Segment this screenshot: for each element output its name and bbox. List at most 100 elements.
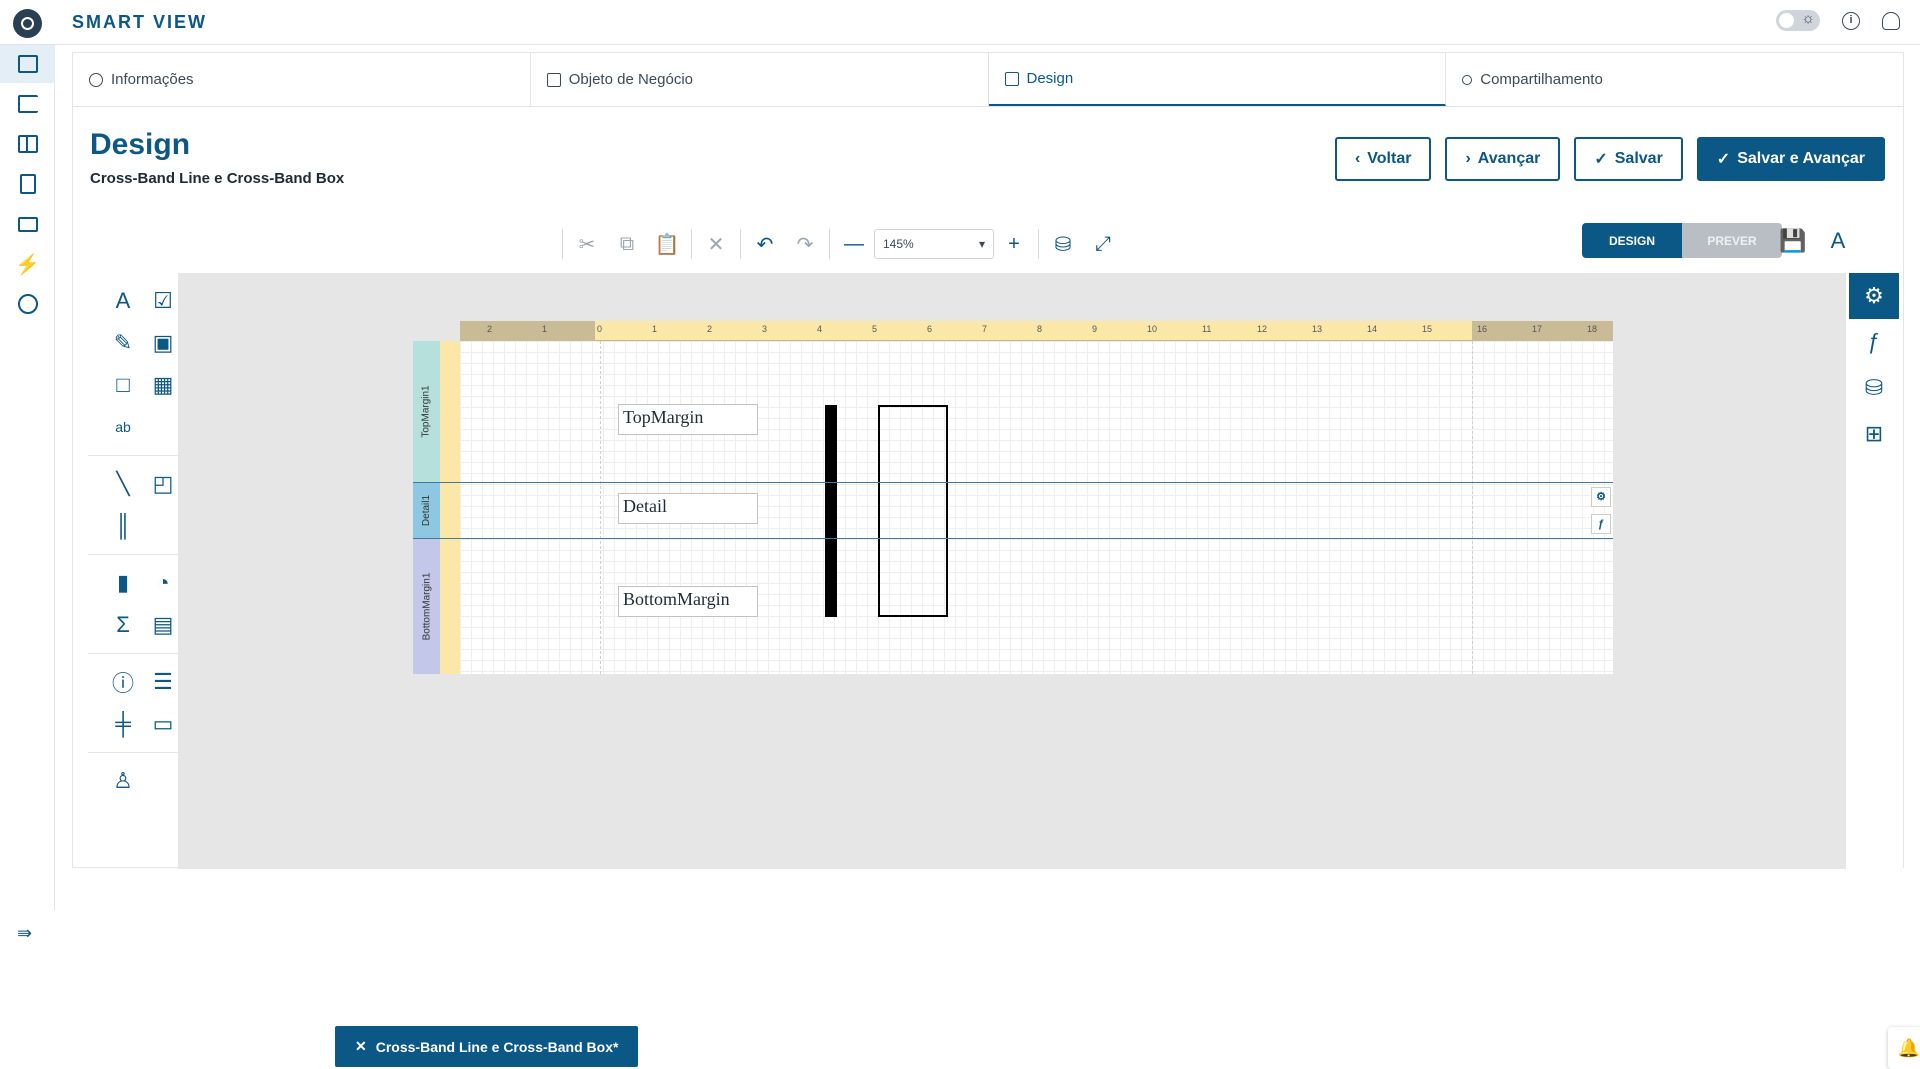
cross-band-line[interactable]	[825, 405, 837, 617]
checkbox-tool-icon[interactable]: ☑	[143, 281, 183, 321]
report-explorer-icon[interactable]: ⊞	[1849, 411, 1899, 457]
ruler-number: 3	[762, 324, 768, 334]
picture-tool-icon[interactable]: ▣	[143, 323, 183, 363]
save-and-next-button[interactable]: ✓ Salvar e Avançar	[1696, 137, 1885, 181]
panel-tool-icon[interactable]: □	[103, 365, 143, 405]
chart-tool-icon[interactable]: ▮	[103, 563, 143, 603]
zoom-out-icon[interactable]: —	[834, 226, 874, 262]
briefcase-icon	[546, 72, 561, 87]
document-tab[interactable]: ✕ Cross-Band Line e Cross-Band Box*	[335, 1026, 639, 1067]
ruler-number: 15	[1422, 324, 1433, 334]
nav-document-icon[interactable]	[0, 165, 55, 203]
band-label-topmargin[interactable]: TopMargin1	[413, 341, 440, 482]
cross-band-box[interactable]	[878, 405, 948, 617]
divider	[1038, 229, 1039, 259]
label-topmargin[interactable]: TopMargin	[618, 404, 758, 435]
nav-plugin-icon[interactable]: ⚡	[0, 245, 55, 283]
line-tool-icon[interactable]: ╲	[103, 464, 143, 504]
character-comb-tool-icon[interactable]: ab	[103, 407, 143, 447]
cross-band-box-tool-icon[interactable]: ▭	[143, 704, 183, 744]
band-expression-icon[interactable]: ƒ	[1591, 514, 1611, 534]
report-page[interactable]: TopMargin Detail BottomMargin	[460, 341, 1613, 674]
label-bottommargin[interactable]: BottomMargin	[618, 586, 758, 617]
tab-design[interactable]: Design	[988, 53, 1447, 106]
preview-mode-button[interactable]: PREVER	[1682, 223, 1782, 258]
divider	[740, 229, 741, 259]
barcode-tool-icon[interactable]: ║	[103, 506, 143, 546]
design-canvas[interactable]: 2 1 0 1 2 3 4 5 6 7 8 9 10 11 12 13 14 15 16 17 18 TopMargin…	[178, 273, 1920, 1069]
ruler-number: 4	[817, 324, 823, 334]
summary-tool-icon[interactable]: Σ	[103, 605, 143, 645]
ruler-number: 11	[1202, 324, 1212, 334]
design-mode-button[interactable]: DESIGN	[1582, 223, 1682, 258]
back-button[interactable]: ‹ Voltar	[1334, 137, 1432, 181]
user-icon[interactable]	[1882, 11, 1900, 30]
label-detail[interactable]: Detail	[618, 493, 758, 524]
nav-reports-icon[interactable]	[0, 45, 55, 83]
next-button[interactable]: › Avançar	[1445, 137, 1561, 181]
delete-icon[interactable]: ✕	[696, 226, 736, 262]
ruler-number: 14	[1367, 324, 1378, 334]
nav-table-icon[interactable]	[0, 125, 55, 163]
caret-down-icon: ▾	[978, 237, 985, 251]
tab-compartilhamento[interactable]: Compartilhamento	[1446, 53, 1903, 106]
ruler-number: 6	[927, 324, 933, 334]
localization-icon[interactable]: A	[1818, 223, 1858, 259]
paste-icon[interactable]: 📋	[647, 226, 687, 262]
subreport-tool-icon[interactable]: ▤	[143, 605, 183, 645]
cut-icon[interactable]: ✂	[567, 226, 607, 262]
label-tool-icon[interactable]: A	[103, 281, 143, 321]
band-label-bottommargin[interactable]: BottomMargin1	[413, 538, 440, 674]
toolbox-group-charts: ▮ ◔ Σ ▤	[88, 555, 188, 654]
properties-gear-icon[interactable]: ⚙	[1849, 273, 1899, 319]
info-icon	[89, 72, 103, 87]
top-icons: i	[1776, 10, 1900, 31]
save-button[interactable]: ✓ Salvar	[1574, 137, 1683, 181]
page-info-tool-icon[interactable]: ⓘ	[103, 662, 143, 702]
validate-bindings-icon[interactable]: ⛁	[1043, 226, 1083, 262]
page-break-tool-icon[interactable]: ☰	[143, 662, 183, 702]
nav-globe-icon[interactable]	[0, 285, 55, 323]
report-surface: 2 1 0 1 2 3 4 5 6 7 8 9 10 11 12 13 14 15 16 17 18 TopMargin…	[413, 321, 1613, 681]
undo-icon[interactable]: ↶	[745, 226, 785, 262]
save-disk-icon[interactable]: 💾	[1773, 223, 1813, 259]
band-label-detail[interactable]: Detail1	[413, 482, 440, 538]
tab-informacoes[interactable]: Informações	[73, 53, 531, 106]
gauge-tool-icon[interactable]: ◔	[143, 563, 183, 603]
bell-icon[interactable]: 🔔	[1888, 1027, 1920, 1069]
action-buttons: ‹ Voltar › Avançar ✓ Salvar ✓ Salvar e Avanç…	[1334, 137, 1885, 181]
nav-folder-icon[interactable]	[0, 205, 55, 243]
ruler-number: 16	[1477, 324, 1488, 334]
tab-objeto-de-negocio[interactable]: Objeto de Negócio	[531, 53, 989, 106]
user-tool-icon[interactable]: ♙	[103, 761, 143, 801]
redo-icon[interactable]: ↷	[785, 226, 825, 262]
toolbox-group-basic: A ☑ ✎ ▣ □ ▦ ab	[88, 273, 188, 456]
theme-toggle[interactable]	[1776, 10, 1820, 31]
horizontal-ruler: 2 1 0 1 2 3 4 5 6 7 8 9 10 11 12 13 14 15 16 17 18	[460, 321, 1613, 341]
ruler-number: 10	[1147, 324, 1158, 334]
shape-tool-icon[interactable]: ◰	[143, 464, 183, 504]
app-title: SMART VIEW	[72, 12, 207, 32]
zoom-in-icon[interactable]: +	[994, 226, 1034, 262]
cross-band-line-tool-icon[interactable]: ╪	[103, 704, 143, 744]
app-logo-icon[interactable]	[13, 9, 42, 38]
main-panel: Informações Objeto de Negócio Design Com…	[72, 52, 1920, 1069]
info-icon[interactable]: i	[1842, 11, 1860, 30]
copy-icon[interactable]: ⧉	[607, 226, 647, 262]
top-bar: SMART VIEW i	[0, 0, 1920, 45]
table-tool-icon[interactable]: ▦	[143, 365, 183, 405]
zoom-select[interactable]: 145% ▾	[874, 229, 994, 259]
expand-nav-icon[interactable]: ⇛	[17, 923, 32, 944]
band-settings-icon[interactable]: ⚙	[1591, 487, 1611, 507]
ruler-number: 2	[487, 324, 493, 334]
left-nav: ⚡ ⇛	[0, 45, 55, 943]
data-source-icon[interactable]: ⛁	[1849, 365, 1899, 411]
fullscreen-icon[interactable]: ⤢	[1083, 226, 1123, 262]
ruler-number: 9	[1092, 324, 1098, 334]
nav-sum-report-icon[interactable]	[0, 85, 55, 123]
toolbox-group-bands: ⓘ ☰ ╪ ▭	[88, 654, 188, 753]
richtext-tool-icon[interactable]: ✎	[103, 323, 143, 363]
toolbox: A ☑ ✎ ▣ □ ▦ ab ╲ ◰ ║ ▮ ◔ Σ ▤ ⓘ ☰ ╪ ▭ ♙	[88, 273, 188, 868]
expressions-icon[interactable]: ƒ	[1849, 319, 1899, 365]
close-icon[interactable]: ✕	[355, 1038, 367, 1055]
